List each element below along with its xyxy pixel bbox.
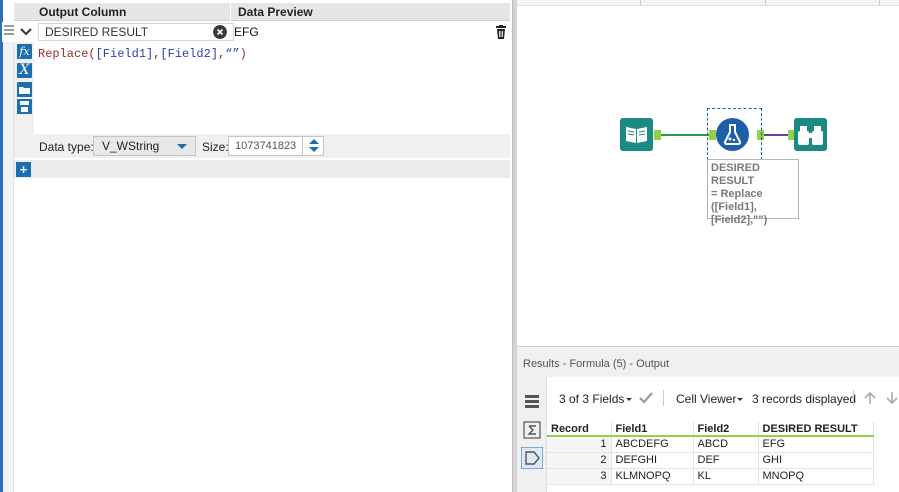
results-sidebar: [517, 377, 547, 492]
record-cell: 3: [547, 468, 612, 485]
browse-tool-icon[interactable]: [794, 118, 827, 151]
data-type-value: V_WString: [102, 139, 160, 153]
field1-cell: KLMNOPQ: [611, 468, 694, 485]
column-header[interactable]: Field2: [693, 422, 759, 437]
fields-selector[interactable]: 3 of 3 Fields: [559, 392, 624, 406]
cell-viewer-button[interactable]: Cell Viewer: [676, 392, 736, 406]
formula-row: DESIRED RESULT EFG: [2, 22, 510, 42]
config-header: Output Column Data Preview: [14, 3, 510, 21]
record-cell: 1: [547, 436, 612, 453]
expr-field1: [Field1]: [95, 47, 154, 61]
save-disk-icon[interactable]: [17, 99, 32, 114]
toolbar-divider: [663, 390, 664, 406]
tool-annotation: DESIRED RESULT = Replace ([Field1], [Fie…: [707, 159, 799, 226]
annotation-line: = Replace: [711, 188, 763, 200]
annotation-line: DESIRED RESULT: [711, 162, 760, 187]
results-panel: Results - Formula (5) - Output 3 of 3 Fi…: [517, 346, 899, 492]
results-title: Results - Formula (5) - Output: [517, 347, 899, 377]
arrow-down-icon[interactable]: [885, 391, 899, 405]
size-spinner[interactable]: [302, 136, 324, 156]
results-table: Record Field1 Field2 DESIRED RESULT 1 AB…: [547, 422, 874, 485]
records-count: 3 records displayed: [752, 392, 857, 406]
annotation-line: [Field2],""): [711, 214, 768, 226]
formula-tool-icon[interactable]: [716, 118, 749, 151]
row-gutter: [3, 42, 14, 492]
result-cell: MNOPQ: [758, 468, 874, 485]
results-toolbar: 3 of 3 Fields Cell Viewer 3 records disp…: [547, 384, 899, 412]
annotation-line: ([Field1],: [711, 201, 757, 213]
workflow-canvas[interactable]: DESIRED RESULT = Replace ([Field1], [Fie…: [517, 0, 899, 346]
delete-trash-icon[interactable]: [495, 25, 507, 39]
field2-cell: ABCD: [693, 436, 759, 453]
cell-viewer-dropdown-icon[interactable]: [737, 398, 743, 401]
result-cell: EFG: [758, 436, 874, 453]
field1-cell: DEFGHI: [611, 452, 694, 469]
fields-dropdown-icon[interactable]: [626, 398, 632, 401]
add-field-row: +: [14, 160, 510, 178]
input-data-tool-icon[interactable]: [620, 118, 653, 151]
data-preview-value: EFG: [234, 25, 259, 39]
dropdown-arrow-icon: [177, 144, 187, 149]
result-cell: GHI: [758, 452, 874, 469]
field1-cell: ABCDEFG: [611, 436, 694, 453]
expr-string-literal: “”: [225, 47, 240, 61]
table-row[interactable]: 2 DEFGHI DEF GHI: [547, 452, 874, 469]
expr-function: Replace(: [38, 47, 96, 61]
toolbar-divider: [853, 390, 854, 406]
field2-cell: DEF: [693, 452, 759, 469]
formula-config-panel: Output Column Data Preview DESIRED RESUL…: [0, 0, 512, 492]
field2-cell: KL: [693, 468, 759, 485]
spin-up-icon[interactable]: [309, 139, 319, 144]
output-column-header: Output Column: [14, 3, 231, 21]
data-type-select[interactable]: V_WString: [93, 136, 196, 156]
expr-close-paren: ): [239, 47, 247, 61]
checkmark-icon[interactable]: [639, 392, 653, 404]
expr-field2: [Field2]: [160, 47, 219, 61]
record-cell: 2: [547, 452, 612, 469]
column-header[interactable]: DESIRED RESULT: [758, 422, 874, 437]
output-anchor[interactable]: [654, 130, 661, 140]
drag-handle-icon[interactable]: [4, 25, 14, 39]
data-type-bar: Data type: V_WString Size: 1073741823: [14, 134, 510, 158]
chevron-down-icon[interactable]: [18, 24, 34, 40]
size-label: Size:: [202, 140, 229, 154]
open-folder-icon[interactable]: [17, 82, 32, 97]
spin-down-icon[interactable]: [309, 147, 319, 152]
variables-x-icon[interactable]: X: [17, 63, 32, 78]
column-header[interactable]: Record: [547, 422, 612, 437]
summary-sigma-icon[interactable]: [521, 419, 543, 441]
canvas-top-ruler: [517, 0, 899, 6]
add-field-button[interactable]: +: [16, 162, 31, 177]
output-column-input[interactable]: DESIRED RESULT: [38, 23, 234, 41]
expression-text[interactable]: Replace([Field1],[Field2],“”): [38, 47, 247, 61]
function-fx-icon[interactable]: fx: [17, 44, 32, 59]
table-row[interactable]: 1 ABCDEFG ABCD EFG: [547, 436, 874, 453]
column-header[interactable]: Field1: [611, 422, 694, 437]
table-view-icon[interactable]: [521, 391, 543, 413]
data-preview-header: Data Preview: [238, 5, 313, 19]
metadata-tag-icon[interactable]: [521, 447, 543, 469]
arrow-up-icon[interactable]: [863, 391, 877, 405]
clear-field-icon[interactable]: [213, 25, 227, 39]
table-row[interactable]: 3 KLMNOPQ KL MNOPQ: [547, 468, 874, 485]
table-header-row: Record Field1 Field2 DESIRED RESULT: [547, 422, 874, 437]
data-type-label: Data type:: [39, 140, 94, 154]
